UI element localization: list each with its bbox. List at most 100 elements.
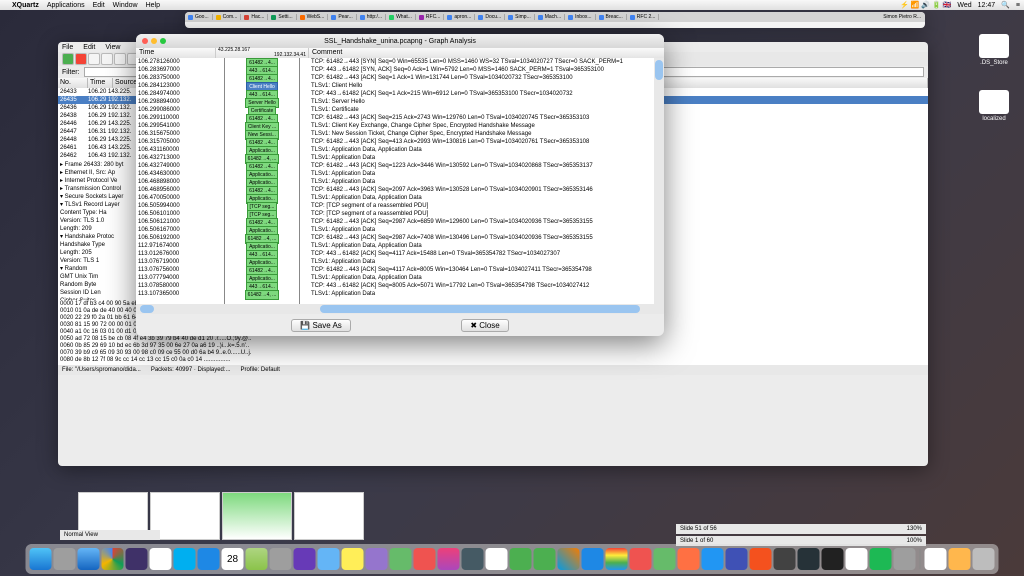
tab[interactable]: Simp... <box>505 14 535 20</box>
tab[interactable]: Setti... <box>268 14 296 20</box>
spotlight-icon[interactable]: 🔍 <box>1001 1 1010 9</box>
dock-app[interactable] <box>390 548 412 570</box>
menubar-time: 12:47 <box>978 2 996 9</box>
status-packets: Packets: 40997 · Displayed:... <box>151 367 231 373</box>
tab[interactable]: Mach... <box>535 14 565 20</box>
ws-menu-edit[interactable]: Edit <box>83 44 95 51</box>
menu-applications[interactable]: Applications <box>47 2 85 9</box>
dock-app-launchpad[interactable] <box>54 548 76 570</box>
dock-app-facetime[interactable] <box>510 548 532 570</box>
chrome-window: Goo... Com... Hac... Setti... WebS... Pe… <box>185 12 925 28</box>
dock-app-skype[interactable] <box>174 548 196 570</box>
menu-help[interactable]: Help <box>146 2 160 9</box>
tab[interactable]: RFC... <box>416 14 444 20</box>
notification-icon[interactable]: ≡ <box>1016 2 1020 9</box>
dock-app[interactable] <box>726 548 748 570</box>
wireshark-statusbar: File: "/Users/spromano/dida... Packets: … <box>58 365 928 375</box>
toolbar-btn[interactable] <box>75 53 87 65</box>
dock-app[interactable] <box>702 548 724 570</box>
dock-app-calendar[interactable]: 28 <box>222 548 244 570</box>
save-as-button[interactable]: 💾 Save As <box>291 319 351 332</box>
dock-app-safari[interactable] <box>78 548 100 570</box>
dock-app[interactable] <box>925 548 947 570</box>
desktop-file-dsstore[interactable]: .DS_Store <box>974 34 1014 66</box>
vertical-scrollbar[interactable] <box>654 58 664 304</box>
dock-app-finder[interactable] <box>30 548 52 570</box>
dock-app-itunes[interactable] <box>438 548 460 570</box>
graph-titlebar[interactable]: SSL_Handshake_unina.pcapng - Graph Analy… <box>136 34 664 48</box>
graph-header-addresses: 43.225.28.167 192.132.34.41 <box>216 48 308 58</box>
menu-edit[interactable]: Edit <box>93 2 105 9</box>
desktop-file-localized[interactable]: localized <box>974 90 1014 122</box>
header-no[interactable]: No. <box>58 78 88 88</box>
dock-app-terminal[interactable] <box>822 548 844 570</box>
dock-app[interactable] <box>462 548 484 570</box>
dock-app[interactable] <box>949 548 971 570</box>
tab[interactable]: Pear... <box>328 14 356 20</box>
tab[interactable]: Inbox... <box>565 14 595 20</box>
tab[interactable]: Hac... <box>241 14 268 20</box>
thumbnail[interactable] <box>222 492 292 540</box>
dock-app-preview[interactable] <box>318 548 340 570</box>
slide-status-1: Slide 51 of 56130% <box>676 524 926 534</box>
dock-app-evernote[interactable] <box>654 548 676 570</box>
toolbar-btn[interactable] <box>114 53 126 65</box>
tab[interactable]: Docu... <box>475 14 505 20</box>
toolbar-btn[interactable] <box>88 53 100 65</box>
thumbnail[interactable] <box>294 492 364 540</box>
menubar-day: Wed <box>957 2 971 9</box>
graph-header-time[interactable]: Time <box>136 48 216 58</box>
dock-app[interactable] <box>774 548 796 570</box>
tab[interactable]: WebS... <box>297 14 329 20</box>
graph-title-text: SSL_Handshake_unina.pcapng - Graph Analy… <box>136 38 664 45</box>
tab[interactable]: RFC 2... <box>627 14 660 20</box>
graph-header-comment[interactable]: Comment <box>308 48 664 58</box>
tab[interactable]: What... <box>386 14 416 20</box>
menubar-status-icons[interactable]: ⚡ 📶 🔊 🔋 🇬🇧 <box>900 1 951 9</box>
dock-app-mail[interactable] <box>150 548 172 570</box>
dock-app-spotify[interactable] <box>870 548 892 570</box>
thumbnail[interactable] <box>150 492 220 540</box>
tab[interactable]: Goo... <box>185 14 213 20</box>
tab[interactable]: apron... <box>444 14 475 20</box>
chrome-profile[interactable]: Simon Pietro R... <box>883 14 925 20</box>
header-time[interactable]: Time <box>88 78 113 88</box>
graph-comments-column: TCP: 61482→443 [SYN] Seq=0 Win=65535 Len… <box>308 58 654 304</box>
graph-button-bar: 💾 Save As ✖ Close <box>136 314 664 336</box>
tab[interactable]: Com... <box>213 14 242 20</box>
dock-app[interactable] <box>558 548 580 570</box>
close-button[interactable]: ✖ Close <box>461 319 508 332</box>
toolbar-btn[interactable] <box>101 53 113 65</box>
dock-app-appstore[interactable] <box>198 548 220 570</box>
ws-menu-file[interactable]: File <box>62 44 73 51</box>
dock-app[interactable] <box>270 548 292 570</box>
graph-times-column: 106.278126000106.283697000106.2837500001… <box>136 58 216 304</box>
dock-app-messages[interactable] <box>534 548 556 570</box>
dock-app[interactable] <box>342 548 364 570</box>
dock-app-xquartz[interactable] <box>846 548 868 570</box>
dock-app[interactable] <box>294 548 316 570</box>
ws-menu-view[interactable]: View <box>105 44 120 51</box>
dock-trash[interactable] <box>973 548 995 570</box>
menu-window[interactable]: Window <box>113 2 138 9</box>
dock-app[interactable] <box>414 548 436 570</box>
dock-app-chrome[interactable] <box>102 548 124 570</box>
dock-app-maps[interactable] <box>246 548 268 570</box>
tab[interactable]: Breac... <box>596 14 627 20</box>
dock-app[interactable] <box>606 548 628 570</box>
horizontal-scrollbars[interactable] <box>136 304 664 314</box>
dock-app-settings[interactable] <box>894 548 916 570</box>
dock-app-virtualbox[interactable] <box>798 548 820 570</box>
dock-app[interactable] <box>750 548 772 570</box>
app-name[interactable]: XQuartz <box>12 2 39 9</box>
tab[interactable]: http:/... <box>357 14 386 20</box>
dock-app[interactable] <box>486 548 508 570</box>
dock-app-eclipse[interactable] <box>126 548 148 570</box>
dock-app[interactable] <box>366 548 388 570</box>
toolbar-btn[interactable] <box>62 53 74 65</box>
graph-body[interactable]: 106.278126000106.283697000106.2837500001… <box>136 58 664 304</box>
dock-app[interactable] <box>630 548 652 570</box>
slide-view-mode: Normal View <box>60 530 160 540</box>
dock-app-wireshark[interactable] <box>582 548 604 570</box>
dock-app[interactable] <box>678 548 700 570</box>
